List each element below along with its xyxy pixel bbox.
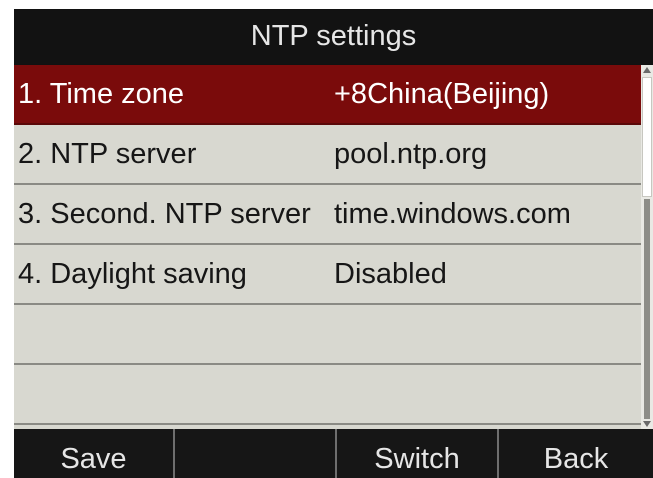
settings-row-second-ntp-server[interactable]: 3. Second. NTP server time.windows.com [14,185,641,245]
page-title: NTP settings [14,9,653,64]
row-value: pool.ntp.org [334,138,488,170]
row-value: +8China(Beijing) [334,78,550,110]
row-value: time.windows.com [334,198,571,230]
phone-display: NTP settings 1. Time zone +8China(Beijin… [0,0,653,478]
settings-row-daylight-saving[interactable]: 4. Daylight saving Disabled [14,245,641,305]
softkey-bar: Save Switch Back [14,429,653,478]
scroll-up-arrow-icon[interactable] [643,67,651,73]
switch-softkey[interactable]: Switch [337,429,499,478]
save-softkey[interactable]: Save [14,429,175,478]
scroll-down-arrow-icon[interactable] [643,421,651,427]
screen: NTP settings 1. Time zone +8China(Beijin… [14,9,653,478]
settings-row-empty [14,365,641,425]
back-softkey[interactable]: Back [499,429,653,478]
settings-row-time-zone[interactable]: 1. Time zone +8China(Beijing) [14,65,641,125]
row-label: 2. NTP server [18,138,197,170]
row-value: Disabled [334,258,447,290]
row-label: 1. Time zone [18,78,185,110]
settings-list: 1. Time zone +8China(Beijing) 2. NTP ser… [14,65,641,429]
scroll-track [644,199,650,419]
empty-softkey[interactable] [175,429,337,478]
scroll-thumb[interactable] [642,77,652,197]
settings-row-empty [14,305,641,365]
settings-row-ntp-server[interactable]: 2. NTP server pool.ntp.org [14,125,641,185]
scrollbar[interactable] [641,65,653,429]
row-label: 3. Second. NTP server [18,198,311,230]
row-label: 4. Daylight saving [18,258,247,290]
